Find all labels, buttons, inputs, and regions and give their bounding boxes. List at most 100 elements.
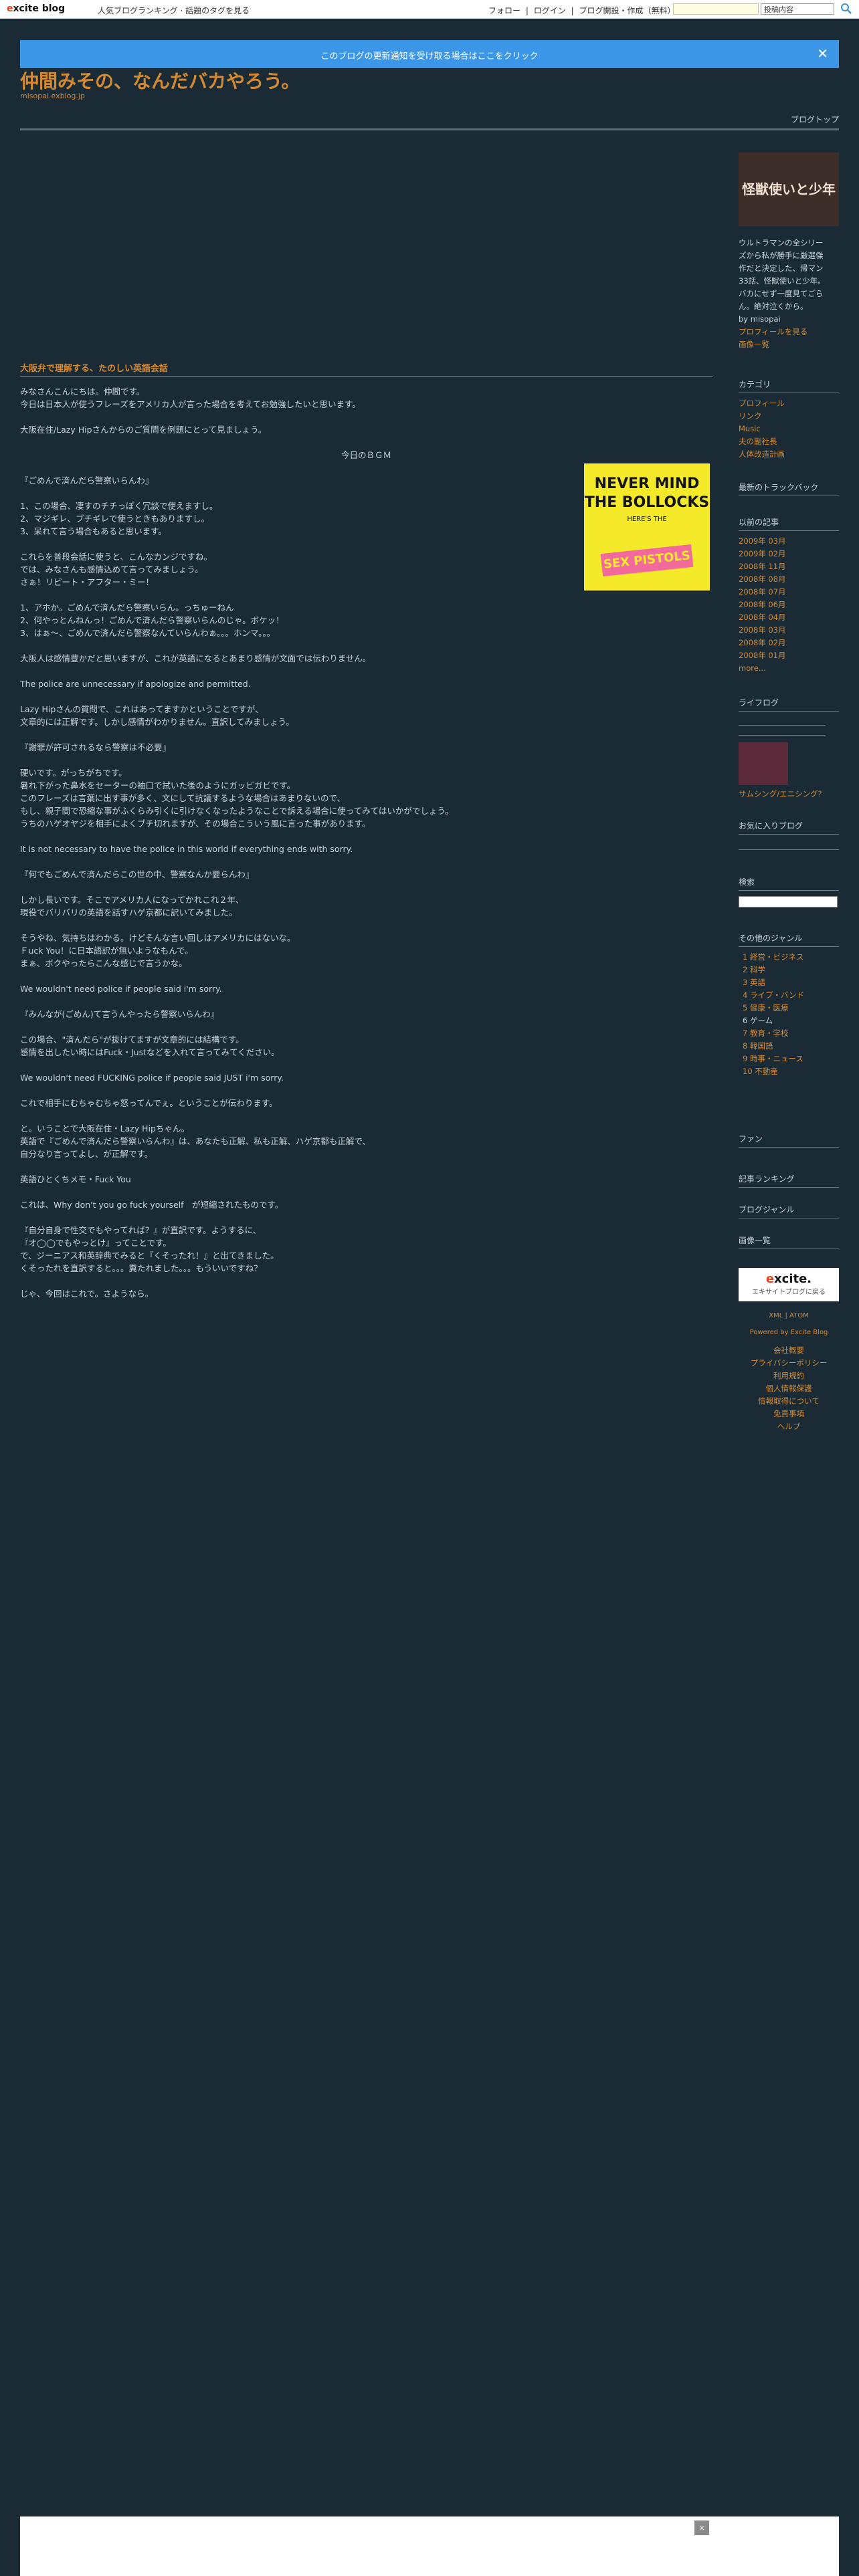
post-paragraph: まぁ、ボクやったらこんな感じで言うかな。 [20, 958, 187, 968]
post-paragraph: 『みんなが(ごめん)て言うんやったら警察いらんわ』 [20, 1009, 219, 1019]
archive-item[interactable]: 2008年 02月 [739, 637, 839, 649]
excite-blog-banner[interactable]: excite. エキサイトブログに戻る [739, 1268, 839, 1301]
archive-item[interactable]: 2008年 06月 [739, 599, 839, 611]
profile-line: ウルトラマンの全シリー [739, 238, 824, 247]
sidebar-search-input[interactable] [739, 896, 838, 907]
create-blog-link[interactable]: ブログ開設・作成（無料） [579, 6, 675, 15]
footer-link-personal-info[interactable]: 個人情報保護 [739, 1382, 839, 1395]
footer-link-help[interactable]: ヘルプ [739, 1420, 839, 1433]
images-heading: 画像一覧 [739, 1235, 839, 1249]
excite-logo: excite. [739, 1272, 839, 1286]
category-item[interactable]: プロフィール [739, 397, 839, 410]
footer-link-disclaimer[interactable]: 免責事項 [739, 1408, 839, 1420]
archive-item[interactable]: 2009年 02月 [739, 548, 839, 560]
post-paragraph: 1、アホか。ごめんで済んだら警察いらん。っちゅーねん [20, 603, 234, 613]
bottom-ad-bar: × [20, 2516, 839, 2576]
login-link[interactable]: ログイン [534, 6, 566, 15]
album-cover-image[interactable]: NEVER MIND THE BOLLOCKS HERE'S THE SEX P… [584, 463, 710, 591]
blog-genre-heading: ブログジャンル [739, 1204, 839, 1218]
footer-link-terms[interactable]: 利用規約 [739, 1370, 839, 1382]
post-paragraph [20, 639, 712, 652]
ranking-heading: 記事ランキング [739, 1173, 839, 1188]
footer-link-data-collection[interactable]: 情報取得について [739, 1395, 839, 1408]
archive-item[interactable]: 2008年 08月 [739, 573, 839, 586]
post-paragraph: 英語で『ごめんで済んだら警察いらんわ』は、あなたも正解、私も正解、ハゲ京都も正解… [20, 1136, 371, 1146]
category-item[interactable]: Music [739, 423, 839, 435]
profile-line: バカにせず一度見てごら [739, 289, 824, 298]
archive-item[interactable]: 2008年 04月 [739, 611, 839, 624]
profile-line: ズから私が勝手に厳選傑 [739, 251, 824, 260]
archive-more-link[interactable]: more... [739, 662, 839, 675]
genre-heading: その他のジャンル [739, 932, 839, 947]
genre-item[interactable]: 2 科学 [743, 964, 839, 976]
lifelog-item-link[interactable]: サムシング/エニシング? [739, 788, 839, 800]
post-paragraph: しかし長いです。そこでアメリカ人になってかれこれ２年、 [20, 895, 244, 905]
post-paragraph [20, 1186, 712, 1198]
footer-link-company[interactable]: 会社概要 [739, 1344, 839, 1357]
genre-item[interactable]: 10 不動産 [743, 1065, 839, 1078]
album-line-1: NEVER MIND [594, 475, 700, 492]
genre-item[interactable]: 5 健康・医療 [743, 1002, 839, 1014]
post-paragraph: この場合、"済んだら"が抜けてますが文章的には結構です。 [20, 1035, 244, 1045]
post-title[interactable]: 大阪弁で理解する、たのしい英語会話 [20, 361, 712, 377]
genre-item[interactable]: 4 ライブ・バンド [743, 989, 839, 1002]
search-heading: 検索 [739, 876, 839, 891]
profile-link[interactable]: プロフィールを見る [739, 326, 839, 338]
post-paragraph: The police are unnecessary if apologize … [20, 679, 251, 689]
blog-url[interactable]: misopai.exblog.jp [20, 92, 85, 100]
favorites-section: お気に入りブログ [739, 820, 839, 850]
post-paragraph [20, 1109, 712, 1122]
genre-item[interactable]: 1 経営・ビジネス [743, 951, 839, 964]
excite-blog-logo[interactable]: excite blog [7, 3, 65, 14]
post-paragraph [20, 1211, 712, 1224]
genre-item[interactable]: 8 韓国語 [743, 1040, 839, 1053]
lifelog-section: ライフログ サムシング/エニシング? [739, 697, 839, 800]
genre-item[interactable]: 9 時事・ニュース [743, 1053, 839, 1065]
lifelog-album-image[interactable] [739, 742, 788, 785]
feed-links[interactable]: XML | ATOM [739, 1309, 839, 1322]
blog-title[interactable]: 仲間みその、なんだバカやろう。 [20, 67, 300, 94]
search-scope-select[interactable]: 投稿内容 [761, 3, 834, 15]
category-section: カテゴリ プロフィール リンク Music 夫の副社長 人体改造計画 [739, 379, 839, 461]
post-paragraph: 今日は日本人が使うフレーズをアメリカ人が言った場合を考えてお勉強したいと思います… [20, 399, 361, 409]
archive-item[interactable]: 2009年 03月 [739, 535, 839, 548]
category-item[interactable]: 夫の副社長 [739, 435, 839, 448]
profile-image[interactable]: 怪獣使いと少年 [739, 152, 839, 226]
profile-line: 33話、怪獣使いと少年。 [739, 276, 826, 286]
divider [739, 849, 839, 850]
archive-item[interactable]: 2008年 01月 [739, 649, 839, 662]
category-item[interactable]: リンク [739, 410, 839, 423]
post-paragraph: 『謝罪が許可されるなら警察は不必要』 [20, 742, 171, 752]
archive-item[interactable]: 2008年 03月 [739, 624, 839, 637]
post-paragraph: 『何でもごめんで済んだらこの世の中、警察なんか要らんわ』 [20, 869, 254, 879]
genre-item[interactable]: 3 英語 [743, 976, 839, 989]
logo-text: xcite blog [13, 3, 66, 14]
separator: | [571, 6, 574, 15]
post-paragraph: 『自分自身で性交でもやってれば？』が直訳です。ようするに、 [20, 1225, 262, 1235]
close-ad-button[interactable]: × [694, 2520, 709, 2535]
archive-item[interactable]: 2008年 11月 [739, 560, 839, 573]
search-input[interactable] [673, 3, 759, 15]
image-list-link[interactable]: 画像一覧 [739, 338, 839, 351]
ranking-tags-link[interactable]: 人気ブログランキング · 話題のタグを見る [98, 5, 250, 16]
powered-by[interactable]: Powered by Excite Blog [739, 1326, 839, 1339]
profile-line: by misopai [739, 314, 781, 324]
images-section: 画像一覧 [739, 1235, 839, 1249]
post-paragraph: Ｆuck You！に日本語訳が無いようなもんで。 [20, 946, 193, 956]
genre-item[interactable]: 6 ゲーム [743, 1014, 839, 1027]
blog-top-link[interactable]: ブログトップ [791, 114, 839, 125]
close-icon[interactable]: ✕ [817, 46, 828, 61]
genre-item[interactable]: 7 教育・学校 [743, 1027, 839, 1040]
footer-link-privacy[interactable]: プライバシーポリシー [739, 1357, 839, 1370]
follow-notification-banner[interactable]: このブログの更新通知を受け取る場合はここをクリック ✕ [20, 40, 839, 68]
post-paragraph: もし、親子間で恐縮な事がふくらみ引くに引けなくなったようなことで訴える場合に使っ… [20, 806, 454, 816]
archive-item[interactable]: 2008年 07月 [739, 586, 839, 599]
post-paragraph: 大阪人は感情豊かだと思いますが、これが英語になるとあまり感情が文面では伝わりませ… [20, 653, 371, 663]
post-paragraph [20, 411, 712, 423]
follow-link[interactable]: フォロー [488, 6, 520, 15]
album-line-3: HERE'S THE [627, 516, 667, 523]
notification-text: このブログの更新通知を受け取る場合はここをクリック [320, 51, 539, 62]
category-item[interactable]: 人体改造計画 [739, 448, 839, 461]
search-icon[interactable] [840, 2, 853, 15]
excite-logo-text: xcite. [774, 1272, 812, 1286]
